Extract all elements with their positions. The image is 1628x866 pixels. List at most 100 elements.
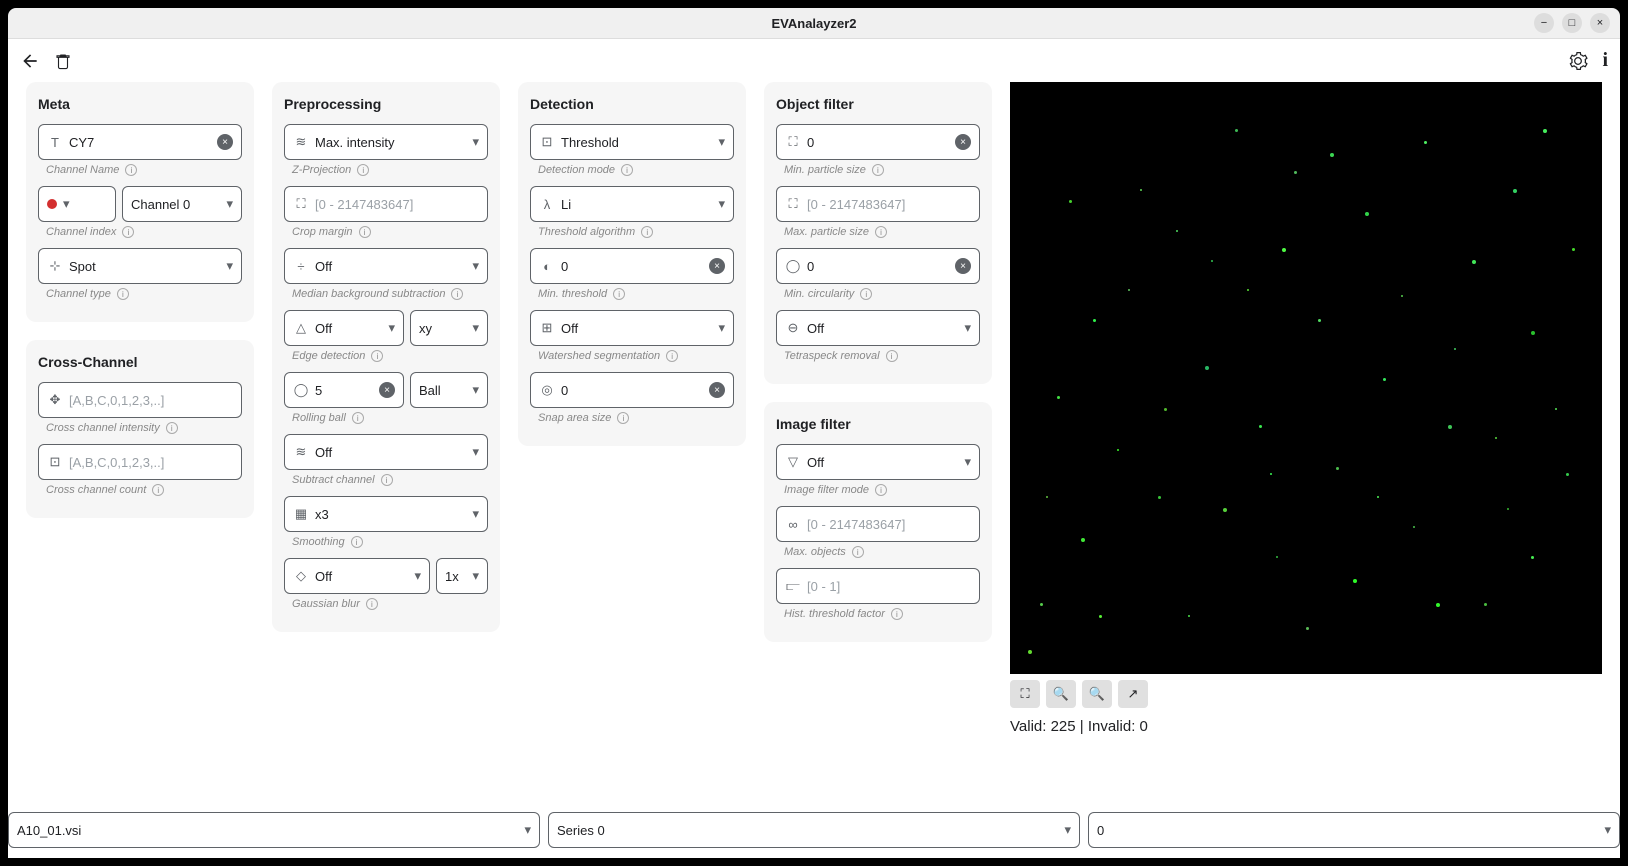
channel-name-input[interactable]: T CY7 × bbox=[38, 124, 242, 160]
info-icon[interactable]: i bbox=[152, 484, 164, 496]
red-dot-icon bbox=[47, 199, 57, 209]
info-icon[interactable]: i bbox=[352, 412, 364, 424]
tetraspeck-select[interactable]: ⊖ Off ▾ bbox=[776, 310, 980, 346]
z-projection-select[interactable]: ≋ Max. intensity ▾ bbox=[284, 124, 488, 160]
fullscreen-button[interactable]: ⛶ bbox=[1010, 680, 1040, 708]
chevron-down-icon: ▾ bbox=[472, 444, 479, 460]
target-icon: ⊡ bbox=[539, 134, 555, 150]
max-objects-input[interactable]: ∞ [0 - 2147483647] bbox=[776, 506, 980, 542]
hist-threshold-input[interactable]: ⫍ [0 - 1] bbox=[776, 568, 980, 604]
chevron-down-icon: ▾ bbox=[472, 506, 479, 522]
cross-channel-title: Cross-Channel bbox=[38, 354, 242, 370]
info-icon[interactable]: i bbox=[166, 422, 178, 434]
detection-title: Detection bbox=[530, 96, 734, 112]
threshold-algo-select[interactable]: λ Li ▾ bbox=[530, 186, 734, 222]
info-icon[interactable]: i bbox=[125, 164, 137, 176]
info-icon[interactable]: i bbox=[875, 484, 887, 496]
info-icon[interactable]: i bbox=[451, 288, 463, 300]
info-icon[interactable]: i bbox=[875, 226, 887, 238]
file-select[interactable]: A10_01.vsi ▾ bbox=[8, 812, 540, 848]
image-filter-panel: Image filter ▽ Off ▾ Image filter modei bbox=[764, 402, 992, 642]
info-icon[interactable]: i bbox=[891, 608, 903, 620]
maximize-button[interactable]: □ bbox=[1562, 13, 1582, 33]
chevron-down-icon: ▾ bbox=[63, 196, 70, 212]
info-icon[interactable]: i bbox=[366, 598, 378, 610]
layers-icon: ≋ bbox=[293, 444, 309, 460]
min-threshold-input[interactable]: ◐ 0 × bbox=[530, 248, 734, 284]
subtract-channel-select[interactable]: ≋ Off ▾ bbox=[284, 434, 488, 470]
min-circularity-input[interactable]: ◯ 0 × bbox=[776, 248, 980, 284]
clear-icon[interactable]: × bbox=[955, 258, 971, 274]
chevron-down-icon: ▾ bbox=[718, 196, 725, 212]
info-icon[interactable]: i bbox=[666, 350, 678, 362]
circle-icon: ◯ bbox=[293, 382, 309, 398]
min-particle-input[interactable]: ⛶ 0 × bbox=[776, 124, 980, 160]
channel-type-select[interactable]: ⊹ Spot ▾ bbox=[38, 248, 242, 284]
zoom-in-button[interactable]: 🔍 bbox=[1046, 680, 1076, 708]
info-icon[interactable]: i bbox=[371, 350, 383, 362]
chevron-down-icon: ▾ bbox=[964, 320, 971, 336]
open-external-button[interactable]: ↗ bbox=[1118, 680, 1148, 708]
image-filter-mode-select[interactable]: ▽ Off ▾ bbox=[776, 444, 980, 480]
info-icon[interactable]: i bbox=[617, 412, 629, 424]
minimize-button[interactable]: − bbox=[1534, 13, 1554, 33]
delete-button[interactable] bbox=[54, 52, 72, 70]
titlebar: EVAnalayzer2 − □ × bbox=[8, 8, 1620, 38]
info-icon[interactable]: i bbox=[621, 164, 633, 176]
ellipse-icon: ◯ bbox=[785, 258, 801, 274]
info-icon[interactable]: i bbox=[351, 536, 363, 548]
edge-axis-select[interactable]: xy ▾ bbox=[410, 310, 488, 346]
snap-icon: ◎ bbox=[539, 382, 555, 398]
clear-icon[interactable]: × bbox=[709, 258, 725, 274]
clear-icon[interactable]: × bbox=[709, 382, 725, 398]
info-icon[interactable]: i bbox=[860, 288, 872, 300]
cross-intensity-input[interactable]: ✥ [A,B,C,0,1,2,3,..] bbox=[38, 382, 242, 418]
preview-image[interactable] bbox=[1010, 82, 1602, 674]
info-button[interactable]: i bbox=[1602, 49, 1608, 72]
info-icon[interactable]: i bbox=[872, 164, 884, 176]
info-icon[interactable]: i bbox=[886, 350, 898, 362]
clear-icon[interactable]: × bbox=[379, 382, 395, 398]
index-select[interactable]: 0 ▾ bbox=[1088, 812, 1620, 848]
info-icon[interactable]: i bbox=[381, 474, 393, 486]
preprocessing-title: Preprocessing bbox=[284, 96, 488, 112]
info-icon[interactable]: i bbox=[613, 288, 625, 300]
gaussian-mult-select[interactable]: 1x ▾ bbox=[436, 558, 488, 594]
gaussian-blur-select[interactable]: ◇ Off ▾ bbox=[284, 558, 430, 594]
info-icon[interactable]: i bbox=[117, 288, 129, 300]
series-select[interactable]: Series 0 ▾ bbox=[548, 812, 1080, 848]
cross-count-input[interactable]: ⊡ [A,B,C,0,1,2,3,..] bbox=[38, 444, 242, 480]
grid-icon: ▦ bbox=[293, 506, 309, 522]
chevron-down-icon: ▾ bbox=[226, 258, 233, 274]
info-icon[interactable]: i bbox=[641, 226, 653, 238]
chevron-down-icon: ▾ bbox=[472, 320, 479, 336]
info-icon[interactable]: i bbox=[359, 226, 371, 238]
close-button[interactable]: × bbox=[1590, 13, 1610, 33]
max-particle-input[interactable]: ⛶ [0 - 2147483647] bbox=[776, 186, 980, 222]
drop-icon: ◇ bbox=[293, 568, 309, 584]
edge-detection-select[interactable]: △ Off ▾ bbox=[284, 310, 404, 346]
channel-index-select[interactable]: Channel 0 ▾ bbox=[122, 186, 242, 222]
crop-margin-input[interactable]: ⛶ [0 - 2147483647] bbox=[284, 186, 488, 222]
settings-button[interactable] bbox=[1568, 51, 1588, 71]
size-icon: ⛶ bbox=[785, 196, 801, 212]
back-button[interactable] bbox=[20, 51, 40, 71]
info-icon[interactable]: i bbox=[122, 226, 134, 238]
smoothing-select[interactable]: ▦ x3 ▾ bbox=[284, 496, 488, 532]
meta-title: Meta bbox=[38, 96, 242, 112]
info-icon[interactable]: i bbox=[852, 546, 864, 558]
layers-icon: ≋ bbox=[293, 134, 309, 150]
info-icon[interactable]: i bbox=[357, 164, 369, 176]
clear-icon[interactable]: × bbox=[217, 134, 233, 150]
median-bg-select[interactable]: ÷ Off ▾ bbox=[284, 248, 488, 284]
bulb-icon: ✥ bbox=[47, 392, 63, 408]
clear-icon[interactable]: × bbox=[955, 134, 971, 150]
filter-icon: ▽ bbox=[785, 454, 801, 470]
rolling-ball-input[interactable]: ◯ 5 × bbox=[284, 372, 404, 408]
channel-color-select[interactable]: ▾ bbox=[38, 186, 116, 222]
snap-area-input[interactable]: ◎ 0 × bbox=[530, 372, 734, 408]
zoom-out-button[interactable]: 🔍 bbox=[1082, 680, 1112, 708]
detection-mode-select[interactable]: ⊡ Threshold ▾ bbox=[530, 124, 734, 160]
watershed-select[interactable]: ⊞ Off ▾ bbox=[530, 310, 734, 346]
rolling-ball-type-select[interactable]: Ball ▾ bbox=[410, 372, 488, 408]
